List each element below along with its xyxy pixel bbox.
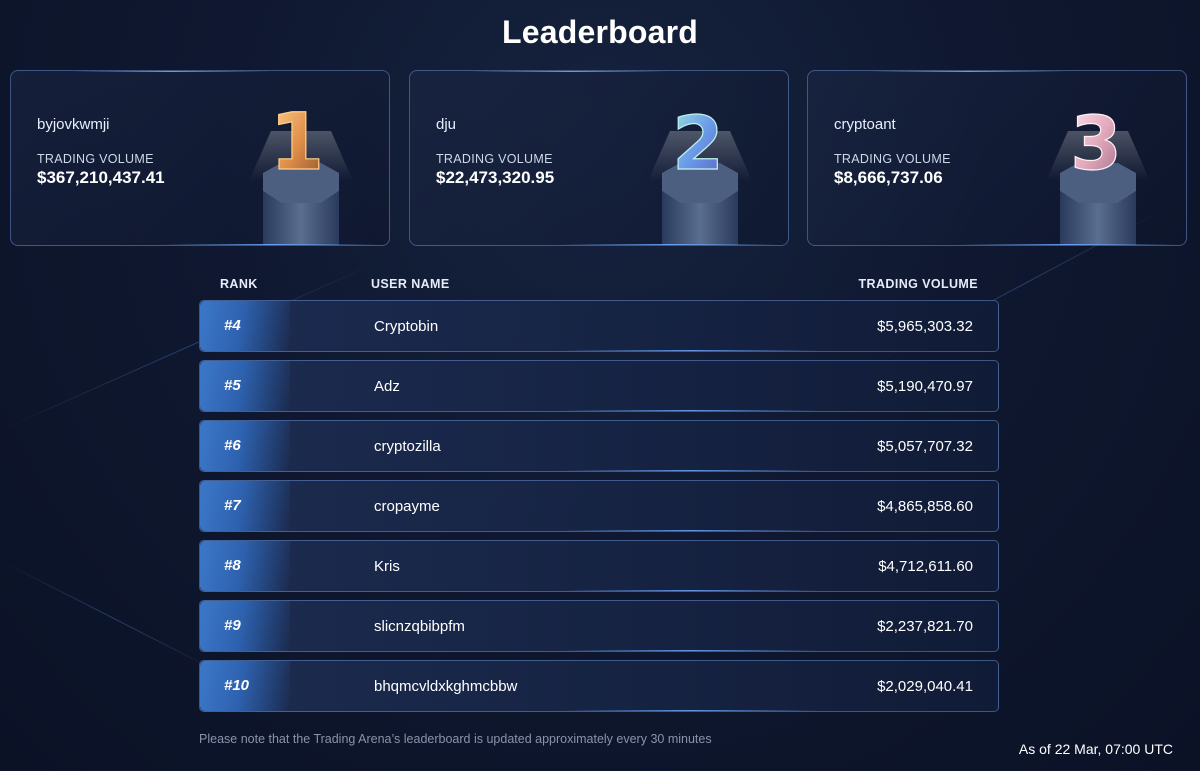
rank-cell: #7: [224, 497, 241, 514]
table-row: #6 cryptozilla $5,057,707.32: [199, 420, 999, 472]
podium-volume-label: TRADING VOLUME: [436, 152, 553, 166]
rank-badge: [200, 301, 290, 351]
rank-badge: [200, 601, 290, 651]
rank-cell: #5: [224, 377, 241, 394]
svg-text:1: 1: [270, 98, 324, 188]
svg-text:3: 3: [1070, 101, 1122, 187]
podium-volume: $367,210,437.41: [37, 168, 165, 187]
update-note: Please note that the Trading Arena’s lea…: [199, 732, 712, 746]
rank-badge: [200, 481, 290, 531]
table-row: #4 Cryptobin $5,965,303.32: [199, 300, 999, 352]
volume-cell: $2,237,821.70: [877, 618, 973, 635]
podium-volume: $22,473,320.95: [436, 168, 555, 187]
last-updated-timestamp: As of 22 Mar, 07:00 UTC: [1018, 741, 1173, 757]
volume-cell: $5,965,303.32: [877, 318, 973, 335]
table-row: #9 slicnzqbibpfm $2,237,821.70: [199, 600, 999, 652]
trophy-3-icon: 3: [1046, 100, 1150, 245]
podium-username: cryptoant: [834, 116, 896, 133]
username-cell: cryptozilla: [374, 438, 441, 455]
volume-cell: $2,029,040.41: [877, 678, 973, 695]
column-header-trading-volume: TRADING VOLUME: [858, 277, 978, 291]
podium-username: byjovkwmji: [37, 116, 110, 133]
rank-badge: [200, 421, 290, 471]
username-cell: Adz: [374, 378, 400, 395]
podium-username: dju: [436, 116, 457, 133]
svg-text:2: 2: [672, 101, 724, 187]
podium-volume-label: TRADING VOLUME: [37, 152, 154, 166]
table-row: #10 bhqmcvldxkghmcbbw $2,029,040.41: [199, 660, 999, 712]
volume-cell: $5,190,470.97: [877, 378, 973, 395]
username-cell: slicnzqbibpfm: [374, 618, 465, 635]
podium-card-second: dju TRADING VOLUME $22,473,320.95 2: [409, 70, 789, 246]
rank-badge: [200, 361, 290, 411]
volume-cell: $4,865,858.60: [877, 498, 973, 515]
column-header-rank: RANK: [220, 277, 258, 291]
leaderboard-table: RANK USER NAME TRADING VOLUME #4 Cryptob…: [199, 270, 999, 712]
column-header-user-name: USER NAME: [371, 277, 450, 291]
volume-cell: $5,057,707.32: [877, 438, 973, 455]
podium-volume: $8,666,737.06: [834, 168, 943, 187]
background-decor-line: [0, 560, 232, 679]
trophy-1-icon: 1: [249, 97, 353, 245]
rank-cell: #10: [224, 677, 250, 694]
table-row: #5 Adz $5,190,470.97: [199, 360, 999, 412]
username-cell: cropayme: [374, 498, 440, 515]
username-cell: Kris: [374, 558, 400, 575]
rank-badge: [200, 541, 290, 591]
podium-volume-label: TRADING VOLUME: [834, 152, 951, 166]
table-row: #8 Kris $4,712,611.60: [199, 540, 999, 592]
page-title: Leaderboard: [501, 14, 699, 50]
rank-cell: #4: [224, 317, 241, 334]
table-header: RANK USER NAME TRADING VOLUME: [199, 270, 999, 298]
podium-card-third: cryptoant TRADING VOLUME $8,666,737.06 3: [807, 70, 1187, 246]
username-cell: bhqmcvldxkghmcbbw: [374, 678, 518, 695]
username-cell: Cryptobin: [374, 318, 439, 335]
rank-cell: #9: [224, 617, 241, 634]
volume-cell: $4,712,611.60: [878, 558, 973, 575]
trophy-2-icon: 2: [648, 100, 752, 245]
rank-cell: #6: [224, 437, 241, 454]
rank-cell: #8: [224, 557, 241, 574]
table-row: #7 cropayme $4,865,858.60: [199, 480, 999, 532]
podium-card-first: byjovkwmji TRADING VOLUME $367,210,437.4…: [10, 70, 390, 246]
